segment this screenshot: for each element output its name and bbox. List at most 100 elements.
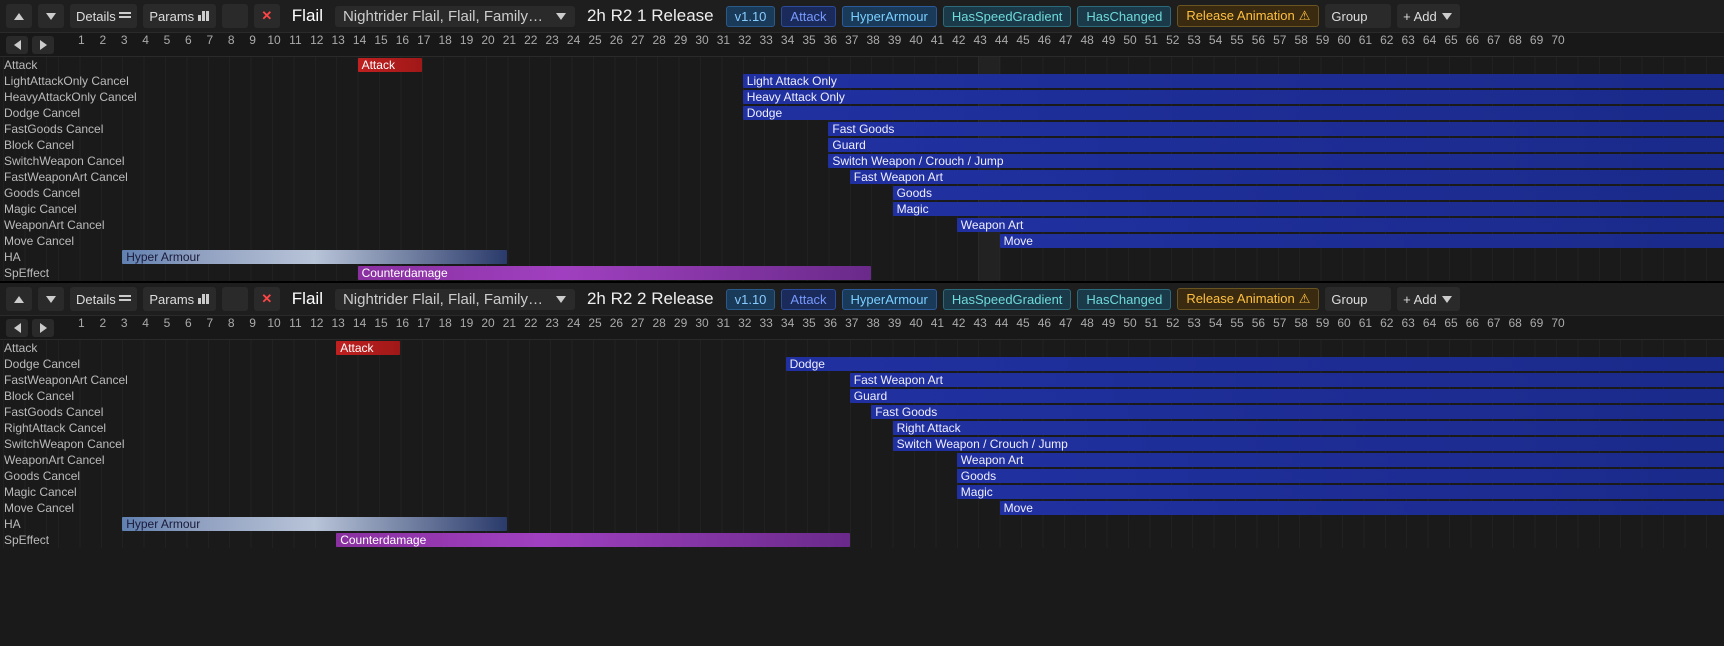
group-button[interactable]: Group bbox=[1325, 287, 1391, 311]
move-up-button[interactable] bbox=[6, 4, 32, 28]
timeline-bar[interactable]: Heavy Attack Only bbox=[743, 90, 1724, 104]
close-icon: ✕ bbox=[260, 292, 274, 306]
timeline-bar[interactable]: Attack bbox=[358, 58, 422, 72]
ruler[interactable]: 1234567891011121314151617181920212223242… bbox=[60, 316, 1724, 340]
timeline-bar[interactable]: Switch Weapon / Crouch / Jump bbox=[828, 154, 1724, 168]
tag-0[interactable]: Attack bbox=[781, 6, 835, 27]
prev-button[interactable] bbox=[6, 36, 28, 54]
group-button[interactable]: Group bbox=[1325, 4, 1391, 28]
tick-42: 42 bbox=[952, 33, 965, 57]
tag-2[interactable]: HasSpeedGradient bbox=[943, 6, 1072, 27]
move-down-button[interactable] bbox=[38, 4, 64, 28]
timeline-bar[interactable]: Guard bbox=[828, 138, 1724, 152]
move-down-button[interactable] bbox=[38, 287, 64, 311]
timeline-bar[interactable]: Right Attack bbox=[893, 421, 1724, 435]
tag-1[interactable]: HyperArmour bbox=[842, 289, 937, 310]
timeline-bar[interactable]: Guard bbox=[850, 389, 1724, 403]
timeline-bar[interactable]: Fast Weapon Art bbox=[850, 170, 1724, 184]
collapse-button[interactable] bbox=[222, 287, 248, 311]
bar-label: Magic bbox=[897, 202, 929, 216]
nav-arrows bbox=[0, 36, 60, 54]
tick-47: 47 bbox=[1059, 316, 1072, 340]
tag-1[interactable]: HyperArmour bbox=[842, 6, 937, 27]
details-button[interactable]: Details bbox=[70, 4, 137, 28]
timeline-bar[interactable]: Light Attack Only bbox=[743, 74, 1724, 88]
tick-60: 60 bbox=[1337, 33, 1350, 57]
track-label: RightAttack Cancel bbox=[4, 420, 106, 436]
timeline-bar[interactable]: Move bbox=[1000, 501, 1724, 515]
track-label: SwitchWeapon Cancel bbox=[4, 153, 125, 169]
tag-0[interactable]: Attack bbox=[781, 289, 835, 310]
tick-16: 16 bbox=[396, 316, 409, 340]
tag-3[interactable]: HasChanged bbox=[1077, 289, 1171, 310]
next-button[interactable] bbox=[32, 319, 54, 337]
tick-70: 70 bbox=[1551, 33, 1564, 57]
prev-button[interactable] bbox=[6, 319, 28, 337]
bar-label: Heavy Attack Only bbox=[747, 90, 845, 104]
timeline-bar[interactable]: Goods bbox=[957, 469, 1724, 483]
add-button[interactable]: + Add bbox=[1397, 4, 1460, 28]
tick-43: 43 bbox=[974, 33, 987, 57]
timeline-bar[interactable]: Fast Weapon Art bbox=[850, 373, 1724, 387]
timeline-bar[interactable]: Weapon Art bbox=[957, 218, 1724, 232]
move-up-button[interactable] bbox=[6, 287, 32, 311]
timeline-bar[interactable]: Weapon Art bbox=[957, 453, 1724, 467]
timeline-bar[interactable]: Dodge bbox=[786, 357, 1724, 371]
weapon-select[interactable]: Nightrider Flail, Flail, Family Hea... bbox=[335, 289, 575, 310]
tick-7: 7 bbox=[206, 33, 213, 57]
tick-4: 4 bbox=[142, 316, 149, 340]
tick-32: 32 bbox=[738, 33, 751, 57]
timeline-bar[interactable]: Fast Goods bbox=[871, 405, 1724, 419]
tick-22: 22 bbox=[524, 33, 537, 57]
tick-59: 59 bbox=[1316, 33, 1329, 57]
timeline-bar[interactable]: Hyper Armour bbox=[122, 250, 507, 264]
track-label: FastWeaponArt Cancel bbox=[4, 169, 128, 185]
add-button[interactable]: + Add bbox=[1397, 287, 1460, 311]
tag-3[interactable]: HasChanged bbox=[1077, 6, 1171, 27]
tick-29: 29 bbox=[674, 33, 687, 57]
timeline-bar[interactable]: Move bbox=[1000, 234, 1724, 248]
release-animation-tag[interactable]: Release Animation⚠ bbox=[1177, 5, 1319, 27]
bar-label: Hyper Armour bbox=[126, 517, 200, 531]
tag-2[interactable]: HasSpeedGradient bbox=[943, 289, 1072, 310]
tick-38: 38 bbox=[867, 316, 880, 340]
details-button[interactable]: Details bbox=[70, 287, 137, 311]
group-label: Group bbox=[1331, 292, 1367, 307]
timeline-bar[interactable]: Hyper Armour bbox=[122, 517, 507, 531]
close-button[interactable]: ✕ bbox=[254, 4, 280, 28]
details-icon bbox=[119, 12, 131, 20]
tick-37: 37 bbox=[845, 316, 858, 340]
timeline-bar[interactable]: Counterdamage bbox=[358, 266, 872, 280]
timeline-bar[interactable]: Switch Weapon / Crouch / Jump bbox=[893, 437, 1724, 451]
tick-3: 3 bbox=[121, 316, 128, 340]
next-button[interactable] bbox=[32, 36, 54, 54]
tick-20: 20 bbox=[481, 33, 494, 57]
timeline-grid[interactable]: Attack Attack LightAttackOnly Cancel Lig… bbox=[0, 57, 1724, 281]
timeline-bar[interactable]: Attack bbox=[336, 341, 400, 355]
tick-17: 17 bbox=[417, 33, 430, 57]
ruler[interactable]: 1234567891011121314151617181920212223242… bbox=[60, 33, 1724, 57]
params-button[interactable]: Params bbox=[143, 287, 215, 311]
track-label: SpEffect bbox=[4, 265, 49, 281]
timeline-bar[interactable]: Counterdamage bbox=[336, 533, 850, 547]
collapse-button[interactable] bbox=[222, 4, 248, 28]
timeline-bar[interactable]: Magic bbox=[893, 202, 1724, 216]
tick-42: 42 bbox=[952, 316, 965, 340]
release-animation-tag[interactable]: Release Animation⚠ bbox=[1177, 288, 1319, 310]
track-row: RightAttack Cancel Right Attack bbox=[0, 420, 1724, 436]
timeline-grid[interactable]: Attack Attack Dodge Cancel Dodge FastWea… bbox=[0, 340, 1724, 548]
tick-2: 2 bbox=[99, 33, 106, 57]
timeline-bar[interactable]: Goods bbox=[893, 186, 1724, 200]
params-button[interactable]: Params bbox=[143, 4, 215, 28]
weapon-select[interactable]: Nightrider Flail, Flail, Family Hea... bbox=[335, 6, 575, 27]
tick-30: 30 bbox=[695, 316, 708, 340]
tick-27: 27 bbox=[631, 316, 644, 340]
tick-69: 69 bbox=[1530, 316, 1543, 340]
version-tag: v1.10 bbox=[726, 289, 776, 310]
tick-31: 31 bbox=[717, 33, 730, 57]
tick-21: 21 bbox=[503, 316, 516, 340]
timeline-bar[interactable]: Magic bbox=[957, 485, 1724, 499]
close-button[interactable]: ✕ bbox=[254, 287, 280, 311]
timeline-bar[interactable]: Dodge bbox=[743, 106, 1724, 120]
timeline-bar[interactable]: Fast Goods bbox=[828, 122, 1724, 136]
